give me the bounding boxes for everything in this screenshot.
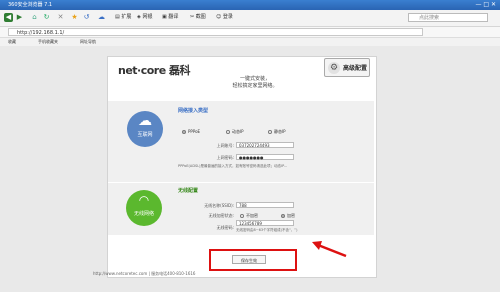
screenshot-label: 截图	[195, 14, 206, 20]
wifi-badge-label: 无线网络	[133, 211, 154, 217]
hao-link[interactable]: 网址导航	[80, 38, 96, 46]
intro-line-2: 轻松搞定家里网络。	[232, 83, 278, 89]
wifi-key-input[interactable]: 123456789	[236, 220, 294, 226]
extensions-label: 扩展	[121, 14, 132, 20]
annotation-arrow-icon	[312, 241, 347, 258]
advanced-config-button[interactable]: ⚙ 高级配置	[324, 58, 370, 77]
encryption-radio[interactable]	[281, 214, 285, 218]
dhcp-radio[interactable]	[226, 130, 230, 134]
window-title: 360安全浏览器 7.1	[8, 2, 53, 8]
window-controls[interactable]: — □ ✕	[475, 1, 496, 8]
account-input[interactable]: 037202724493	[236, 142, 294, 148]
ssid-input[interactable]: 788	[236, 202, 294, 208]
translate-button[interactable]: ▣ 翻译	[160, 13, 180, 22]
translate-label: 翻译	[168, 14, 179, 20]
wifi-key-label: 无线密码:	[216, 225, 234, 230]
undo-icon[interactable]: ↺	[82, 13, 91, 22]
static-ip-radio[interactable]	[268, 130, 272, 134]
favorite-star-icon[interactable]: ★	[70, 13, 79, 22]
password-label: 上网密码:	[216, 155, 234, 160]
cloud-icon[interactable]: ☁	[97, 13, 106, 22]
back-icon[interactable]: ◀	[4, 13, 13, 22]
browser-toolbar: ◀ ▶ ⌂ ↻ ✕ ★ ↺ ☁ ▤ 扩展 ◈ 网银 ▣ 翻译 ✂ 截图 ☺ 登录…	[0, 10, 500, 27]
login-button[interactable]: ☺ 登录	[214, 13, 235, 22]
wan-hint: PPPoE(ADSL)是最普遍的接入方式，如有账号密码请选此项；动态IP...	[178, 164, 287, 168]
footer-text: http://www.netcoretec.com | 服务电话400-810-…	[93, 271, 196, 276]
extensions-button[interactable]: ▤ 扩展	[113, 13, 133, 22]
address-bar: http://192.168.1.1/	[0, 27, 500, 38]
encryption-label: 无线加密状态:	[208, 213, 234, 218]
wifi-key-hint: 无线密码由8~63个字符组成(不含“，”)	[236, 228, 298, 232]
intro-text: 一键式安装， 轻松搞定家里网络。	[200, 76, 310, 90]
no-encryption-radio[interactable]	[240, 214, 244, 218]
static-ip-label: 静态IP	[274, 129, 286, 134]
screenshot-button[interactable]: ✂ 截图	[188, 13, 208, 22]
gear-icon: ⚙	[328, 62, 340, 74]
mobile-favorites-link[interactable]: 手机收藏夹	[38, 38, 58, 46]
wifi-title: 无线配置	[178, 188, 199, 194]
url-input[interactable]: http://192.168.1.1/	[8, 28, 423, 36]
internet-badge-label: 互联网	[137, 132, 153, 138]
no-encryption-label: 不加密	[246, 213, 258, 218]
forward-icon[interactable]: ▶	[15, 13, 24, 22]
search-input[interactable]: 点此搜索	[408, 13, 488, 22]
encryption-on-label: 加密	[287, 213, 295, 218]
pppoe-label: PPPoE	[188, 129, 201, 134]
intro-line-1: 一键式安装，	[239, 76, 270, 82]
bank-button[interactable]: ◈ 网银	[135, 13, 154, 22]
wan-title: 网络接入类型	[178, 108, 209, 114]
password-input[interactable]: ●●●●●●●	[236, 154, 294, 160]
favorites-menu[interactable]: 收藏	[8, 38, 16, 46]
wifi-signal-icon: ◠ 无线网络	[126, 190, 162, 226]
login-label: 登录	[222, 14, 233, 20]
pppoe-radio[interactable]	[182, 130, 186, 134]
ssid-label: 无线名称(SSID):	[204, 203, 234, 208]
dhcp-label: 动态IP	[232, 129, 244, 134]
bank-label: 网银	[142, 14, 153, 20]
refresh-icon[interactable]: ↻	[42, 13, 51, 22]
advanced-config-label: 高级配置	[343, 65, 368, 72]
home-icon[interactable]: ⌂	[30, 13, 39, 22]
stop-icon[interactable]: ✕	[56, 13, 65, 22]
window-titlebar: 360安全浏览器 7.1 — □ ✕	[0, 0, 500, 10]
brand-logo: net·core 磊科	[118, 64, 191, 77]
highlight-box	[209, 249, 297, 271]
account-label: 上网账号:	[216, 143, 234, 148]
internet-cloud-icon: ☁ 互联网	[127, 111, 163, 147]
